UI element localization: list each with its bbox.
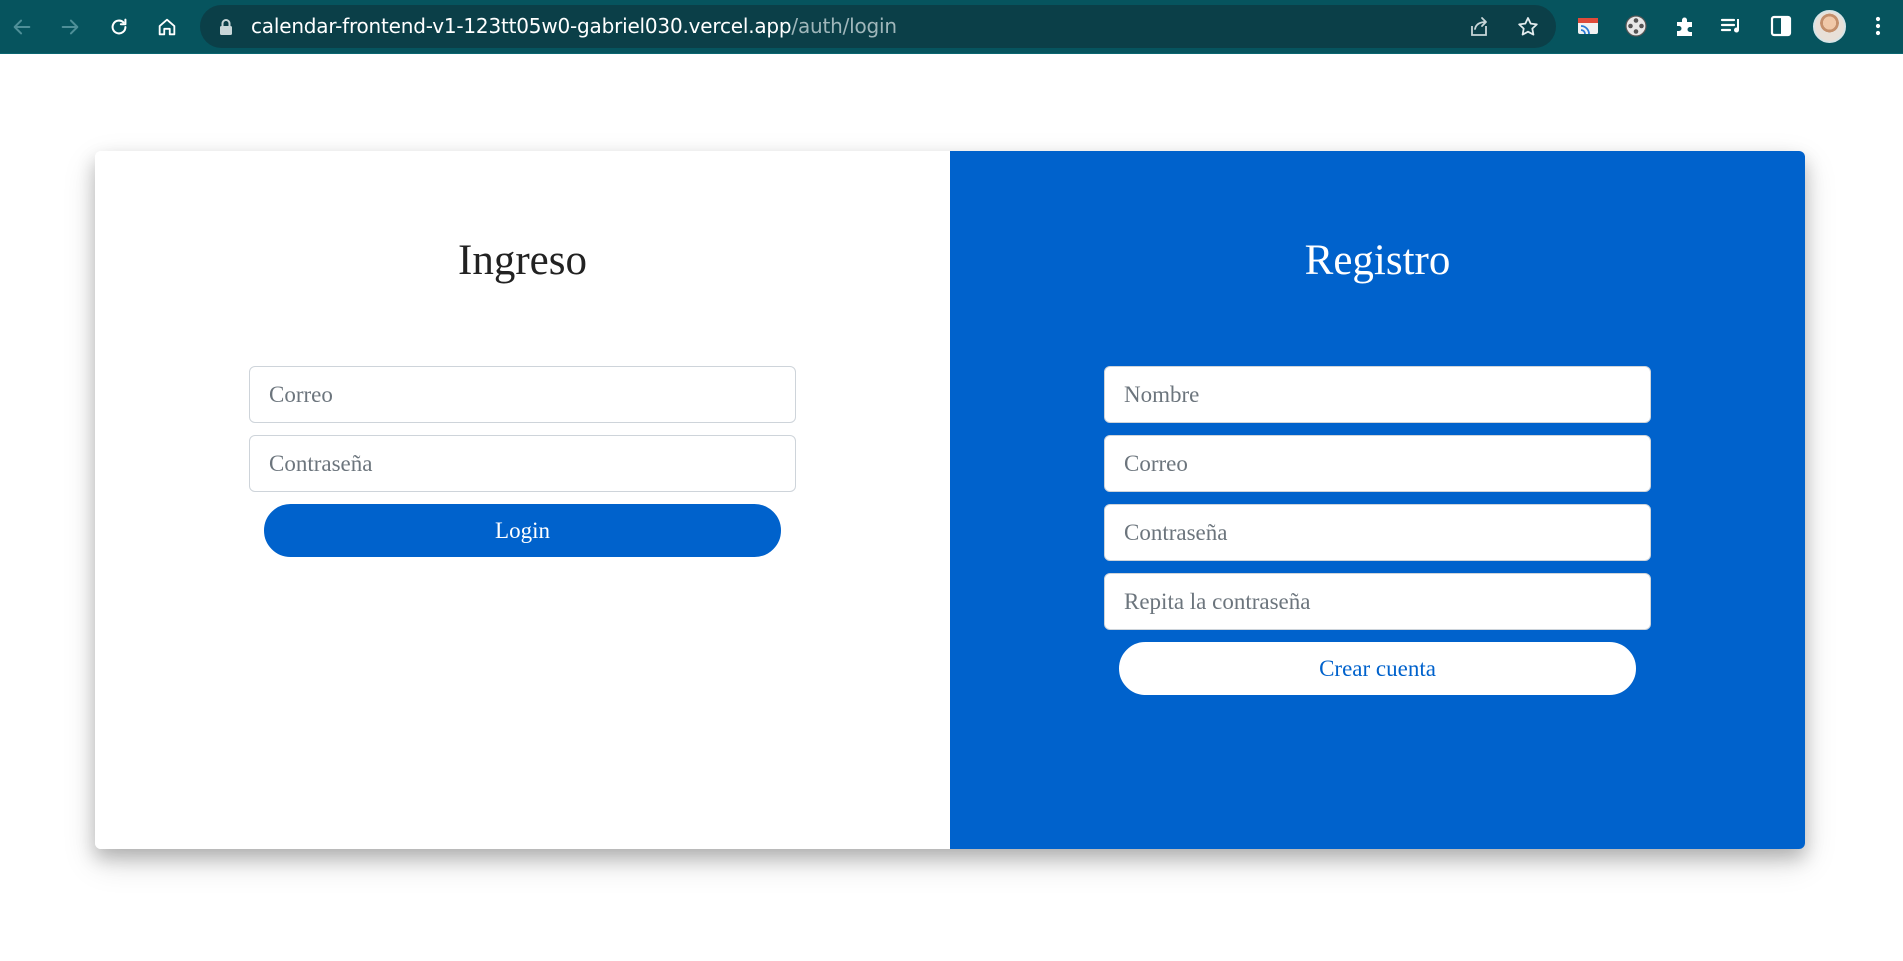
register-title: Registro xyxy=(1304,237,1451,284)
create-account-button[interactable]: Crear cuenta xyxy=(1119,642,1636,695)
kebab-menu-icon[interactable] xyxy=(1865,13,1891,39)
address-url[interactable]: calendar-frontend-v1-123tt05w0-gabriel03… xyxy=(251,5,897,48)
register-password-input[interactable] xyxy=(1104,504,1651,561)
film-reel-icon[interactable] xyxy=(1623,13,1649,39)
register-name-input[interactable] xyxy=(1104,366,1651,423)
reload-icon[interactable] xyxy=(102,10,136,44)
login-password-input[interactable] xyxy=(249,435,796,492)
register-email-input[interactable] xyxy=(1104,435,1651,492)
playlist-icon[interactable] xyxy=(1719,13,1745,39)
star-icon[interactable] xyxy=(1516,15,1540,39)
login-button[interactable]: Login xyxy=(264,504,781,557)
address-bar[interactable]: calendar-frontend-v1-123tt05w0-gabriel03… xyxy=(200,5,1556,48)
url-host: calendar-frontend-v1-123tt05w0-gabriel03… xyxy=(251,14,792,38)
cast-icon[interactable] xyxy=(1575,13,1601,39)
login-email-input[interactable] xyxy=(249,366,796,423)
register-repeat-password-input[interactable] xyxy=(1104,573,1651,630)
browser-toolbar: calendar-frontend-v1-123tt05w0-gabriel03… xyxy=(0,0,1903,54)
puzzle-icon[interactable] xyxy=(1672,13,1698,39)
side-panel-icon[interactable] xyxy=(1768,13,1794,39)
home-icon[interactable] xyxy=(150,10,184,44)
back-arrow-icon[interactable] xyxy=(5,10,39,44)
share-icon[interactable] xyxy=(1467,15,1491,39)
auth-card: Ingreso Login Registro Crear cuenta xyxy=(95,151,1805,849)
profile-avatar[interactable] xyxy=(1813,10,1846,43)
url-path: /auth/login xyxy=(791,14,897,38)
login-panel: Ingreso Login xyxy=(95,151,950,849)
login-title: Ingreso xyxy=(458,237,587,284)
forward-arrow-icon[interactable] xyxy=(53,10,87,44)
register-panel: Registro Crear cuenta xyxy=(950,151,1805,849)
lock-icon[interactable] xyxy=(218,18,234,36)
